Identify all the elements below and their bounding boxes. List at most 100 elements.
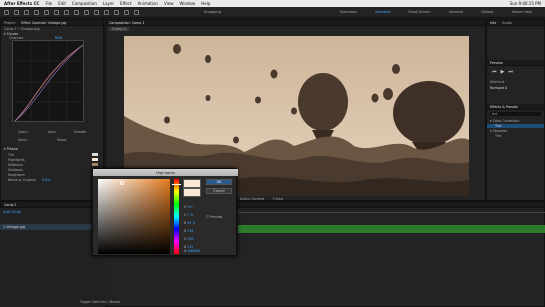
play-icon[interactable]: ▶	[501, 69, 505, 75]
hex-value: FAE8D6	[187, 249, 200, 253]
b-label: B	[184, 221, 187, 225]
timeline-time[interactable]: 0;00;00;00	[0, 208, 105, 216]
save-button[interactable]: Save...	[18, 138, 29, 142]
camera-tool-icon[interactable]	[54, 9, 59, 15]
menu-edit[interactable]: Edit	[58, 1, 66, 6]
blend-value[interactable]: 0.0%	[42, 178, 50, 182]
brush-tool-icon[interactable]	[104, 9, 109, 15]
menu-help[interactable]: Help	[201, 1, 210, 6]
preview-label: Preview	[209, 215, 223, 219]
open-button[interactable]: Open...	[18, 130, 30, 134]
reset-button[interactable]: Reset	[57, 138, 66, 142]
s-value[interactable]: 7 %	[187, 213, 193, 217]
hand-tool-icon[interactable]	[24, 9, 29, 15]
pan-tool-icon[interactable]	[64, 9, 69, 15]
menu-layer[interactable]: Layer	[103, 1, 114, 6]
layer-row[interactable]: 1 Vintage.jpg	[0, 224, 105, 230]
time-ruler[interactable]	[238, 208, 545, 213]
menu-view[interactable]: View	[164, 1, 174, 6]
b-value[interactable]: 94 %	[187, 221, 195, 225]
field-row-s: S 7 %	[184, 211, 195, 219]
effects-tabbar: Effects & Presets	[487, 104, 544, 110]
ok-button[interactable]: OK	[206, 179, 232, 185]
app-menu[interactable]: After Effects CC	[4, 1, 39, 6]
h-value[interactable]: 30 °	[187, 205, 194, 209]
tab-effect-controls[interactable]: Effect Controls: Vintage.jpg	[21, 21, 66, 25]
info-area	[487, 26, 544, 60]
curve-buttons-2: Save... Reset	[18, 138, 66, 142]
effects-search-input[interactable]: tint	[490, 112, 541, 116]
layer-duration-bar[interactable]	[238, 225, 545, 233]
tritone-props: Tint Highlights Midtones Shadows Neighbo…	[8, 153, 98, 182]
pen-tool-icon[interactable]	[84, 9, 89, 15]
menu-effect[interactable]: Effect	[120, 1, 132, 6]
hue-slider[interactable]	[172, 179, 181, 254]
comp-subtabs: Comp 1	[106, 26, 485, 32]
fx-tritone-label: Tritone	[6, 147, 18, 151]
eraser-tool-icon[interactable]	[124, 9, 129, 15]
tab-preview[interactable]: Preview	[490, 61, 503, 65]
hue-marker[interactable]	[172, 184, 181, 185]
zoom-tool-icon[interactable]	[34, 9, 39, 15]
timeline-layers: 0;00;00;00 1 Vintage.jpg	[0, 208, 105, 307]
color-field[interactable]	[98, 179, 170, 254]
color-swatch[interactable]	[92, 158, 98, 161]
fx-item-tint-obsolete[interactable]: Tint	[487, 134, 544, 138]
stamp-tool-icon[interactable]	[114, 9, 119, 15]
search-help[interactable]: Search Help	[512, 10, 532, 14]
menu-bar: After Effects CC File Edit Composition L…	[0, 0, 545, 7]
tab-effects-presets[interactable]: Effects & Presets	[490, 105, 518, 109]
hex-field[interactable]: # FAE8D6	[184, 249, 200, 253]
field-row-b: B 94 %	[184, 219, 195, 227]
curve-buttons-1: Open... Auto Smooth	[18, 130, 86, 134]
cancel-button[interactable]: Cancel	[206, 188, 232, 194]
fx-group-label: Color Correction	[492, 119, 520, 123]
tab-timeline-comp-1[interactable]: Comp 1	[4, 203, 17, 207]
r-value[interactable]: 239	[187, 229, 193, 233]
home-icon[interactable]	[4, 9, 9, 15]
auto-button[interactable]: Auto	[48, 130, 56, 134]
curve-graph-svg	[13, 41, 85, 123]
tab-project[interactable]: Project	[4, 21, 15, 25]
color-field-cursor[interactable]	[120, 181, 124, 185]
snapping-label[interactable]: Snapping	[204, 10, 221, 14]
color-picker-dialog: Highlights OK Cancel H 30 ° S 7 % B 94 %…	[92, 168, 238, 256]
tab-composition[interactable]: Composition: Comp 1	[109, 21, 145, 25]
menu-composition[interactable]: Composition	[72, 1, 97, 6]
workspace-standard[interactable]: Standard	[375, 10, 390, 14]
tab-audio[interactable]: Audio	[502, 21, 511, 25]
menu-animation[interactable]: Animation	[138, 1, 158, 6]
workspace-small-screen[interactable]: Small Screen	[408, 10, 430, 14]
right-panels: Info Audio Preview ⏮ ▶ ⏭ Shortcut Numpad…	[486, 19, 545, 201]
menu-window[interactable]: Window	[179, 1, 195, 6]
field-row-h: H 30 °	[184, 203, 195, 211]
workspace-essentials[interactable]: Essentials	[340, 10, 357, 14]
tab-comp-1[interactable]: Comp 1	[109, 27, 129, 31]
color-swatch[interactable]	[92, 163, 98, 166]
type-tool-icon[interactable]	[94, 9, 99, 15]
smooth-button[interactable]: Smooth	[74, 130, 87, 134]
shortcut-label: Shortcut	[490, 80, 505, 84]
selection-tool-icon[interactable]	[14, 9, 19, 15]
preview-checkbox[interactable]: ☑ Preview	[206, 215, 222, 219]
workspace-default[interactable]: Default	[481, 10, 493, 14]
tab-info[interactable]: Info	[490, 21, 496, 25]
rotate-tool-icon[interactable]	[44, 9, 49, 15]
s-label: S	[184, 213, 187, 217]
workspace-switcher: Essentials Standard Small Screen Librari…	[340, 10, 532, 14]
curves-graph[interactable]	[12, 40, 85, 123]
puppet-tool-icon[interactable]	[134, 9, 139, 15]
toggle-switches-modes[interactable]: Toggle Switches / Modes	[80, 300, 120, 304]
new-color-swatch	[183, 179, 201, 188]
last-frame-icon[interactable]: ⏭	[508, 69, 513, 75]
workspace-libraries[interactable]: Libraries	[449, 10, 464, 14]
color-swatch[interactable]	[92, 153, 98, 156]
g-value[interactable]: 230	[188, 237, 194, 241]
fx-tritone[interactable]: ▾ Tritone	[4, 147, 18, 151]
field-row-r: R 239	[184, 227, 195, 235]
mask-tool-icon[interactable]	[74, 9, 79, 15]
menu-file[interactable]: File	[45, 1, 52, 6]
first-frame-icon[interactable]: ⏮	[492, 69, 497, 75]
picker-title: Highlights	[93, 169, 238, 176]
